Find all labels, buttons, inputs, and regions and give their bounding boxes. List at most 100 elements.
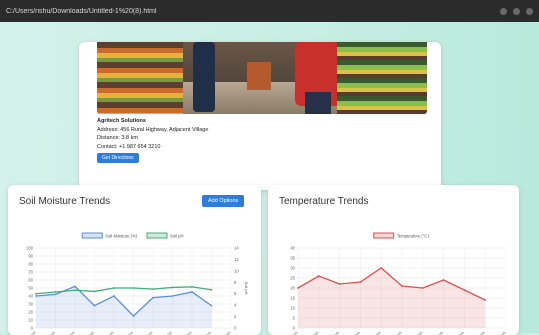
page-background: Agritech Solutions Address: 456 Rural Hi… [0,22,539,335]
x-tick-label: 12:20:20 pm [172,330,193,335]
close-icon[interactable] [526,7,533,15]
legend-swatch [146,232,168,239]
y2-tick-label: 10 [234,268,239,273]
data-point [191,291,193,293]
data-point [113,287,115,289]
legend-swatch [81,232,103,239]
data-point [35,295,37,297]
y2-tick-label: 0 [234,326,237,331]
data-point [93,304,96,307]
y2-tick-label: 4 [234,303,237,308]
window-title-path: C:/Users/rishu/Downloads/Untitled-1%20(8… [6,7,157,15]
temperature-chart: 403530252015105012:19:32 pm12:19:38 pm12… [278,232,507,335]
photo-person-left [193,42,215,112]
y-tick-label: 25 [290,276,295,281]
legend-label: Temperature (°C) [397,234,430,239]
data-point [54,293,57,296]
data-point [421,287,424,289]
data-point [152,288,154,291]
y-tick-label: 20 [28,310,33,315]
data-point [152,296,154,299]
x-tick-label: 12:19:44 pm [320,330,341,335]
x-tick-label: 12:20:20 pm [445,330,466,335]
y2-tick-label: 6 [234,291,237,296]
data-point [191,285,193,288]
y-tick-label: 40 [28,294,33,299]
photo-shelf-left [97,42,183,114]
y-tick-label: 20 [290,286,295,291]
y-tick-label: 70 [28,270,33,275]
photo-shelf-right [337,42,427,114]
data-point [210,288,213,291]
store-contact: Contact: +1 987 654 3210 [97,143,161,150]
legend-label: Soil pH [170,234,184,239]
data-point [484,299,487,301]
x-tick-label: 12:19:32 pm [16,330,37,335]
data-point [93,290,96,293]
series-area [36,286,212,328]
y2-tick-label: 8 [234,280,237,285]
y-tick-label: 90 [28,254,33,259]
x-tick-label: 12:20:08 pm [133,330,154,335]
data-point [74,285,76,288]
data-point [442,279,445,281]
y-tick-label: 40 [290,246,295,251]
soil-moisture-panel: Soil Moisture Trends Add Options 100 90 80… [8,185,261,335]
x-tick-label: 12:19:56 pm [362,330,383,335]
data-point [171,286,174,289]
store-card: Agritech Solutions Address: 456 Rural Hi… [79,42,441,190]
x-tick-label: 12:20:14 pm [424,330,445,335]
data-point [132,315,135,317]
data-point [338,283,341,285]
data-point [297,287,299,289]
store-name: Agritech Solutions [97,118,146,124]
y-tick-label: 5 [293,316,296,321]
y-tick-label: 100 [26,246,34,251]
window-controls [500,7,533,15]
photo-cart [247,62,271,90]
x-tick-label: 12:19:38 pm [299,330,320,335]
x-tick-label: 12:20:02 pm [382,330,403,335]
temperature-panel: Temperature Trends 403530252015105012:19… [268,185,519,335]
get-directions-button[interactable]: Get Directions [97,153,139,164]
y-tick-label: 30 [290,266,295,271]
store-photo [97,42,427,114]
maximize-icon[interactable] [513,7,520,15]
y-tick-label: 80 [28,262,33,267]
x-tick-label: 12:19:32 pm [278,330,299,335]
data-point [54,291,57,293]
data-point [132,287,135,289]
data-point [359,281,362,283]
y2-axis-label: Soil pH [244,282,249,295]
x-tick-label: 12:20:08 pm [403,330,424,335]
y-tick-label: 60 [28,278,33,283]
data-point [317,275,320,277]
y2-tick-label: 14 [234,246,239,251]
store-info: Agritech Solutions Address: 456 Rural Hi… [97,117,209,164]
data-point [74,289,76,292]
data-point [171,295,174,297]
x-tick-label: 12:19:44 pm [55,330,76,335]
data-point [401,285,403,287]
x-tick-label: 12:20:02 pm [114,330,135,335]
y-tick-label: 10 [28,318,33,323]
y2-tick-label: 2 [234,314,237,319]
x-tick-label: 12:20:32 pm [486,330,507,335]
x-tick-label: 12:20:32 pm [211,330,232,335]
minimize-icon[interactable] [500,7,507,15]
x-tick-label: 12:20:26 pm [192,330,213,335]
data-point [463,289,466,291]
y-tick-label: 15 [290,296,295,301]
x-tick-label: 12:20:14 pm [153,330,174,335]
y-tick-label: 50 [28,286,33,291]
photo-person-right-legs [305,92,331,114]
x-tick-label: 12:19:38 pm [36,330,57,335]
soil-moisture-chart: 100908070605040302010012:19:32 pm12:19:3… [16,232,249,335]
data-point [210,304,213,307]
browser-titlebar: C:/Users/rishu/Downloads/Untitled-1%20(8… [0,0,539,22]
x-tick-label: 12:19:50 pm [75,330,96,335]
data-point [35,292,37,295]
store-address: Address: 456 Rural Highway, Adjacent Vil… [97,126,209,133]
x-tick-label: 12:19:56 pm [94,330,115,335]
y-tick-label: 10 [290,306,295,311]
